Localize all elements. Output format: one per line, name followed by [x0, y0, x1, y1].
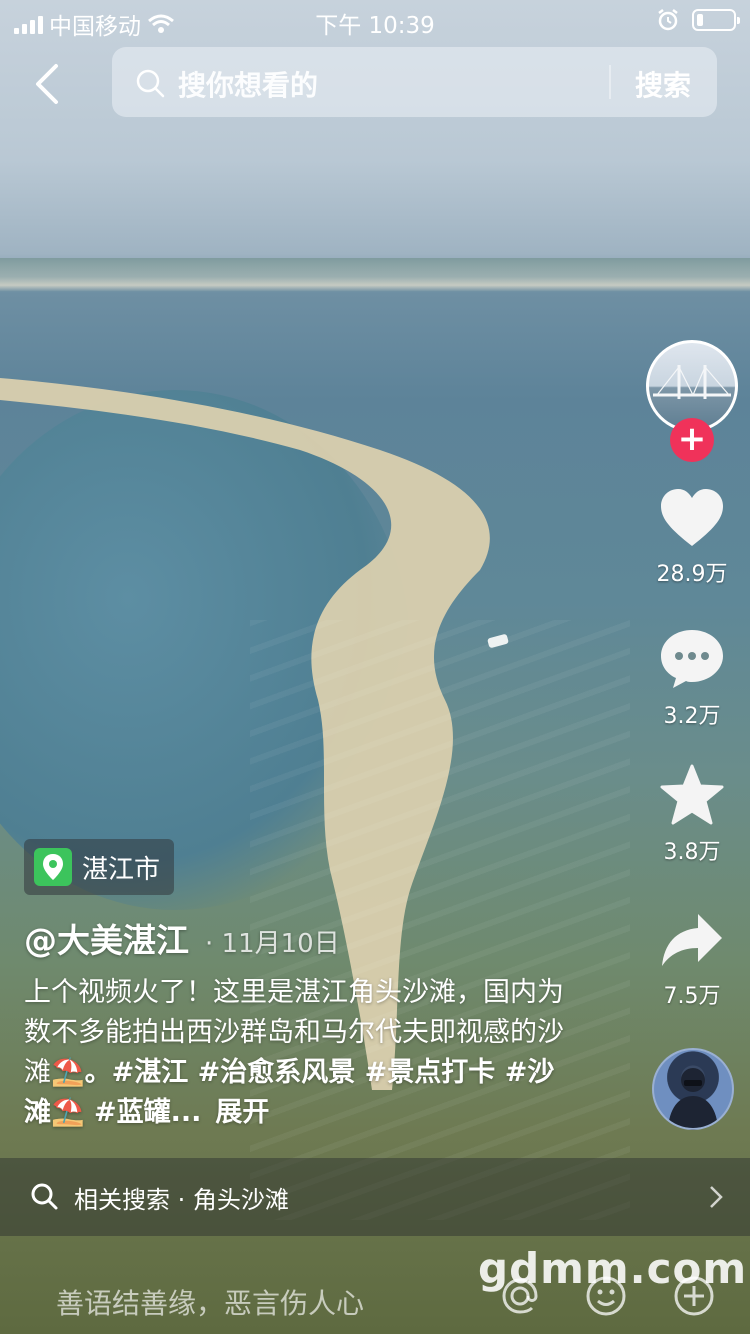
share-count: 7.5万 — [663, 984, 721, 1009]
comment-action[interactable]: 3.2万 — [640, 628, 744, 730]
expand-button[interactable]: 展开 — [215, 1097, 269, 1128]
search-icon — [31, 1183, 58, 1210]
location-tag[interactable]: 湛江市 — [24, 839, 175, 895]
star-icon[interactable] — [660, 764, 724, 826]
comment-input[interactable]: 善语结善缘，恶言伤人心 — [56, 1282, 364, 1322]
author-line: @大美湛江 · 11月10日 — [24, 914, 340, 962]
search-bar[interactable]: 搜你想看的 搜索 — [112, 47, 717, 117]
location-pin-icon — [34, 848, 72, 886]
search-divider — [609, 65, 611, 99]
description-tags-2[interactable]: #蓝罐... — [85, 1097, 201, 1128]
heart-icon[interactable] — [659, 488, 725, 548]
scenery-horizon — [0, 258, 750, 292]
bridge-avatar-image — [653, 365, 731, 399]
video-description[interactable]: 上个视频火了！这里是湛江角头沙滩，国内为数不多能拍出西沙群岛和马尔代夫即视感的沙… — [24, 973, 564, 1133]
comment-bar: 善语结善缘，恶言伤人心 gdmm.com — [0, 1236, 750, 1334]
favorite-count: 3.8万 — [663, 840, 721, 865]
like-action[interactable]: 28.9万 — [640, 488, 744, 588]
post-date: · 11月10日 — [205, 929, 340, 959]
related-search-bar[interactable]: 相关搜索 · 角头沙滩 — [0, 1158, 750, 1236]
favorite-action[interactable]: 3.8万 — [640, 764, 744, 866]
back-button[interactable] — [28, 60, 68, 110]
location-label: 湛江市 — [82, 854, 161, 885]
comment-icon[interactable] — [659, 628, 725, 690]
chevron-right-icon — [710, 1186, 723, 1208]
music-avatar[interactable] — [652, 1048, 734, 1130]
share-arrow-icon[interactable] — [660, 910, 724, 970]
video-player[interactable]: 中国移动 下午 10:39 搜你想看的 搜索 + 28.9万 3.2万 3.8万… — [0, 0, 750, 1334]
person-avatar-image — [668, 1068, 718, 1128]
author-name[interactable]: @大美湛江 — [24, 914, 189, 962]
status-bar: 中国移动 下午 10:39 — [0, 0, 750, 40]
search-icon — [136, 69, 165, 98]
watermark: gdmm.com — [478, 1244, 748, 1293]
clock: 下午 10:39 — [315, 13, 435, 39]
related-search-label: 相关搜索 · 角头沙滩 — [74, 1185, 289, 1214]
comment-count: 3.2万 — [663, 704, 721, 729]
like-count: 28.9万 — [656, 562, 728, 587]
battery-icon — [692, 9, 740, 31]
search-button[interactable]: 搜索 — [635, 64, 691, 104]
share-action[interactable]: 7.5万 — [640, 910, 744, 1010]
follow-button[interactable]: + — [670, 418, 714, 462]
search-input[interactable]: 搜你想看的 — [178, 64, 318, 104]
alarm-icon — [658, 9, 678, 31]
beach-emoji-icon-2: ⛱️ — [51, 1097, 85, 1128]
beach-emoji-icon: ⛱️ — [51, 1057, 85, 1088]
